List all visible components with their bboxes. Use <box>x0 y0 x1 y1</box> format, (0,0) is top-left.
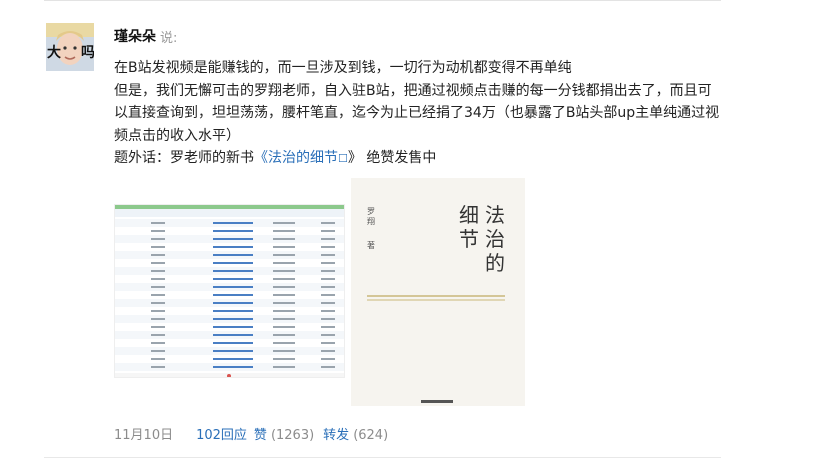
content-line-1: 在B站发视频是能赚钱的，而一旦涉及到钱，一切行为动机都变得不再单纯 <box>114 60 572 76</box>
book-link[interactable]: 《法治的细节☐ <box>254 150 348 166</box>
like-button[interactable]: 赞 <box>254 428 267 443</box>
said-label: 说: <box>160 31 178 46</box>
bottom-divider <box>44 457 721 458</box>
book-icon: ☐ <box>338 152 348 165</box>
top-divider <box>44 0 721 1</box>
donation-table-image[interactable] <box>114 204 345 378</box>
svg-text:大: 大 <box>47 44 61 61</box>
book-cover-image[interactable]: 法治的 细节 罗翔著 <box>351 178 525 406</box>
share-button[interactable]: 转发 <box>323 428 349 443</box>
cover-title-col2: 细节 <box>459 203 479 251</box>
content-aside: 题外话：罗老师的新书《法治的细节☐》 绝赞发售中 <box>114 147 724 171</box>
aside-prefix: 题外话：罗老师的新书 <box>114 150 254 166</box>
avatar-image: 大 吗 <box>46 23 94 71</box>
cover-title-col1: 法治的 <box>485 203 505 275</box>
donation-table-graphic <box>115 205 344 377</box>
svg-text:吗: 吗 <box>81 45 94 61</box>
content-line-2: 但是，我们无懈可击的罗翔老师，自入驻B站，把通过视频点击赚的每一分钱都捐出去了，… <box>114 82 720 144</box>
post-meta: 11月10日 102回应赞 (1263) 转发 (624) <box>114 424 388 443</box>
author-name[interactable]: 瑾朵朵 <box>114 26 156 46</box>
share-count: (624) <box>353 428 389 443</box>
post-date: 11月10日 <box>114 428 174 443</box>
aside-suffix: 》 绝赞发售中 <box>347 150 437 166</box>
replies-link[interactable]: 102回应 <box>196 428 247 443</box>
like-count: (1263) <box>270 428 315 443</box>
post-content: 在B站发视频是能赚钱的，而一旦涉及到钱，一切行为动机都变得不再单纯 但是，我们无… <box>114 57 724 171</box>
book-cover-graphic: 法治的 细节 罗翔著 <box>351 178 525 406</box>
avatar[interactable]: 大 吗 <box>46 23 94 71</box>
